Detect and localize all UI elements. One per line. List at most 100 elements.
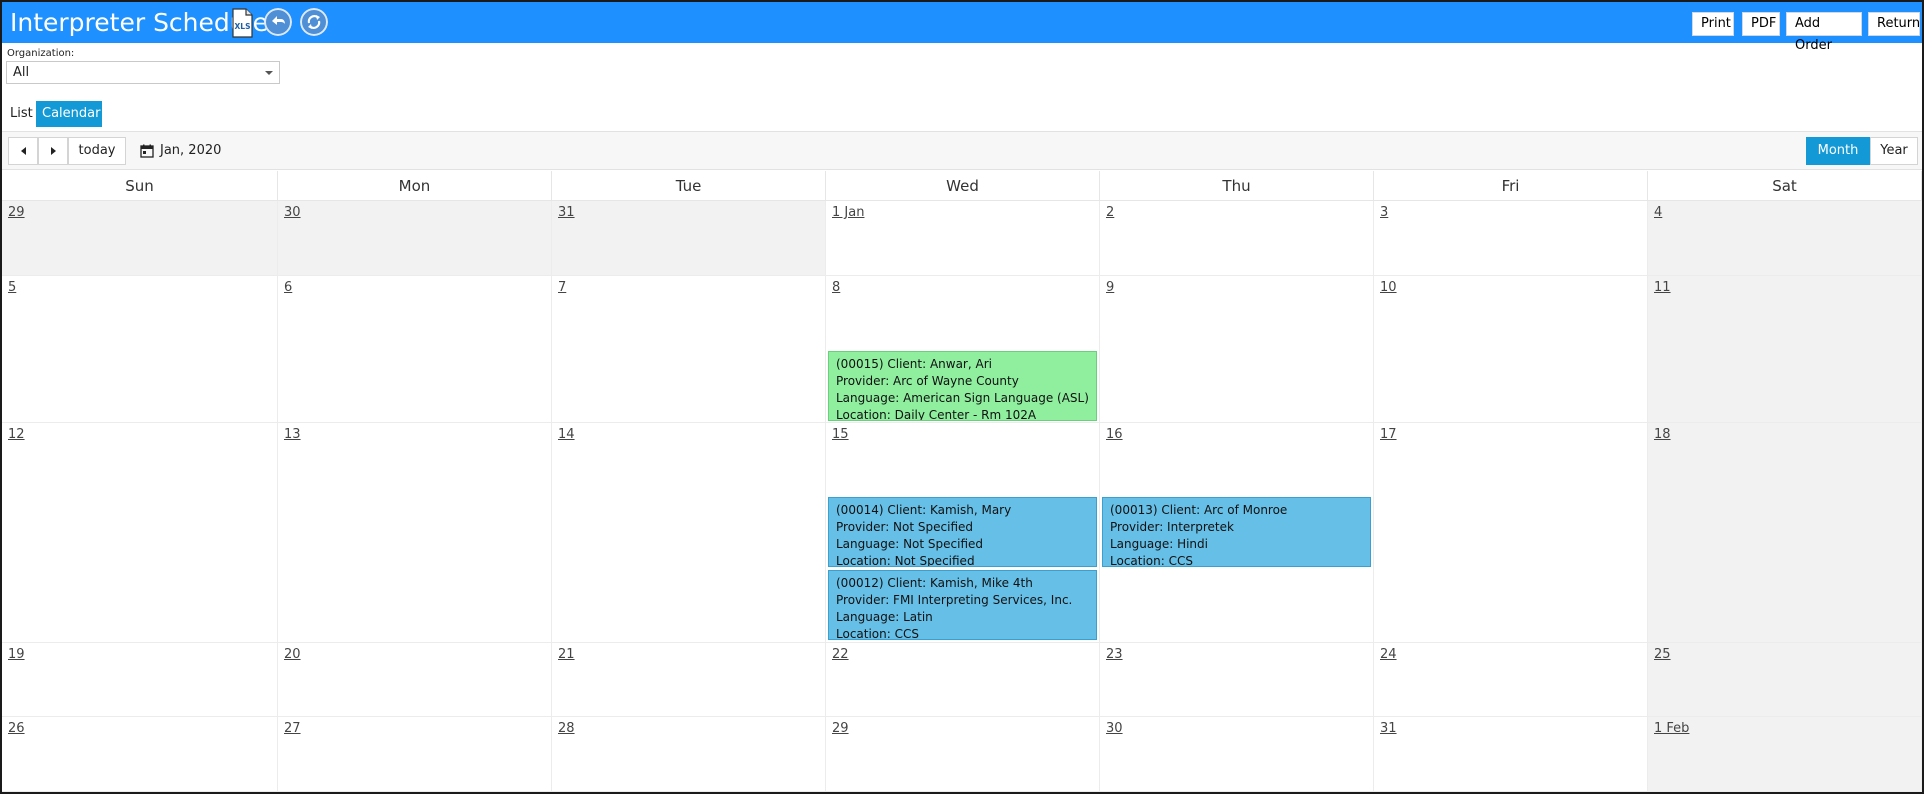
day-cell[interactable]: 10: [1374, 276, 1648, 423]
day-cell[interactable]: 13: [278, 423, 552, 643]
undo-back-icon[interactable]: [264, 8, 292, 36]
day-cell[interactable]: 31: [1374, 717, 1648, 792]
day-number-link[interactable]: 5: [8, 280, 16, 295]
tab-calendar[interactable]: Calendar: [36, 101, 102, 127]
day-cell[interactable]: 21: [552, 643, 826, 717]
day-number-link[interactable]: 22: [832, 647, 849, 662]
event-00015[interactable]: (00015) Client: Anwar, Ari Provider: Arc…: [828, 351, 1097, 421]
event-language: Language: Latin: [836, 610, 933, 624]
xls-export-icon[interactable]: XLS: [230, 8, 254, 38]
day-number-link[interactable]: 29: [8, 205, 25, 220]
day-cell[interactable]: 5: [2, 276, 278, 423]
day-cell[interactable]: 16 (00013) Client: Arc of Monroe Provide…: [1100, 423, 1374, 643]
day-number-link[interactable]: 10: [1380, 280, 1397, 295]
day-cell[interactable]: 12: [2, 423, 278, 643]
day-number-link[interactable]: 16: [1106, 427, 1123, 442]
day-number-link[interactable]: 23: [1106, 647, 1123, 662]
day-cell[interactable]: 30: [1100, 717, 1374, 792]
day-cell[interactable]: 3: [1374, 201, 1648, 276]
return-button[interactable]: Return: [1868, 12, 1920, 36]
day-cell[interactable]: 6: [278, 276, 552, 423]
day-cell[interactable]: 11: [1648, 276, 1922, 423]
day-cell[interactable]: 31: [552, 201, 826, 276]
day-number-link[interactable]: 1 Jan: [832, 205, 864, 220]
day-number-link[interactable]: 14: [558, 427, 575, 442]
day-number-link[interactable]: 6: [284, 280, 292, 295]
day-cell[interactable]: 30: [278, 201, 552, 276]
event-language: Language: Not Specified: [836, 537, 984, 551]
day-number-link[interactable]: 4: [1654, 205, 1662, 220]
year-view-button[interactable]: Year: [1870, 137, 1918, 165]
current-period-label[interactable]: Jan, 2020: [160, 143, 221, 158]
day-cell[interactable]: 7: [552, 276, 826, 423]
day-cell[interactable]: 4: [1648, 201, 1922, 276]
day-number-link[interactable]: 24: [1380, 647, 1397, 662]
day-number-link[interactable]: 18: [1654, 427, 1671, 442]
day-cell[interactable]: 1 Feb: [1648, 717, 1922, 792]
day-cell[interactable]: 15 (00014) Client: Kamish, Mary Provider…: [826, 423, 1100, 643]
event-00013[interactable]: (00013) Client: Arc of Monroe Provider: …: [1102, 497, 1371, 567]
today-button[interactable]: today: [68, 137, 126, 165]
day-cell[interactable]: 29: [2, 201, 278, 276]
event-provider: Provider: Arc of Wayne County: [836, 374, 1019, 388]
day-number-link[interactable]: 7: [558, 280, 566, 295]
day-number-link[interactable]: 31: [1380, 721, 1397, 736]
event-provider: Provider: FMI Interpreting Services, Inc…: [836, 593, 1073, 607]
day-cell[interactable]: 2: [1100, 201, 1374, 276]
day-cell[interactable]: 28: [552, 717, 826, 792]
tab-list[interactable]: List: [4, 101, 36, 127]
caret-left-icon: [20, 146, 26, 155]
day-cell[interactable]: 22: [826, 643, 1100, 717]
day-number-link[interactable]: 21: [558, 647, 575, 662]
day-cell[interactable]: 20: [278, 643, 552, 717]
day-cell[interactable]: 1 Jan: [826, 201, 1100, 276]
day-cell[interactable]: 18: [1648, 423, 1922, 643]
weekday-sun: Sun: [2, 171, 278, 201]
organization-select-value: All: [13, 65, 30, 80]
day-number-link[interactable]: 1 Feb: [1654, 721, 1689, 736]
day-cell[interactable]: 8 (00015) Client: Anwar, Ari Provider: A…: [826, 276, 1100, 423]
day-cell[interactable]: 9: [1100, 276, 1374, 423]
day-cell[interactable]: 29: [826, 717, 1100, 792]
day-number-link[interactable]: 26: [8, 721, 25, 736]
day-number-link[interactable]: 13: [284, 427, 301, 442]
day-number-link[interactable]: 11: [1654, 280, 1671, 295]
day-cell[interactable]: 27: [278, 717, 552, 792]
day-number-link[interactable]: 31: [558, 205, 575, 220]
event-00014[interactable]: (00014) Client: Kamish, Mary Provider: N…: [828, 497, 1097, 567]
day-number-link[interactable]: 15: [832, 427, 849, 442]
day-cell[interactable]: 14: [552, 423, 826, 643]
day-number-link[interactable]: 19: [8, 647, 25, 662]
pdf-button[interactable]: PDF: [1742, 12, 1780, 36]
event-language: Language: American Sign Language (ASL): [836, 391, 1089, 405]
day-cell[interactable]: 25: [1648, 643, 1922, 717]
day-number-link[interactable]: 25: [1654, 647, 1671, 662]
day-number-link[interactable]: 9: [1106, 280, 1114, 295]
day-cell[interactable]: 17: [1374, 423, 1648, 643]
day-number-link[interactable]: 29: [832, 721, 849, 736]
event-00012[interactable]: (00012) Client: Kamish, Mike 4th Provide…: [828, 570, 1097, 640]
next-month-button[interactable]: [38, 137, 68, 165]
organization-select[interactable]: All: [6, 61, 280, 84]
day-cell[interactable]: 26: [2, 717, 278, 792]
calendar-icon[interactable]: [140, 144, 154, 158]
day-number-link[interactable]: 8: [832, 280, 840, 295]
day-number-link[interactable]: 30: [284, 205, 301, 220]
day-number-link[interactable]: 17: [1380, 427, 1397, 442]
event-location: Location: Not Specified: [836, 554, 975, 567]
prev-month-button[interactable]: [8, 137, 38, 165]
refresh-icon[interactable]: [300, 8, 328, 36]
day-number-link[interactable]: 28: [558, 721, 575, 736]
day-number-link[interactable]: 12: [8, 427, 25, 442]
day-number-link[interactable]: 2: [1106, 205, 1114, 220]
day-cell[interactable]: 19: [2, 643, 278, 717]
day-number-link[interactable]: 30: [1106, 721, 1123, 736]
add-order-button[interactable]: Add Order: [1786, 12, 1862, 53]
month-view-button[interactable]: Month: [1806, 137, 1870, 165]
day-number-link[interactable]: 27: [284, 721, 301, 736]
print-button[interactable]: Print: [1692, 12, 1734, 36]
day-cell[interactable]: 23: [1100, 643, 1374, 717]
day-number-link[interactable]: 20: [284, 647, 301, 662]
day-cell[interactable]: 24: [1374, 643, 1648, 717]
day-number-link[interactable]: 3: [1380, 205, 1388, 220]
